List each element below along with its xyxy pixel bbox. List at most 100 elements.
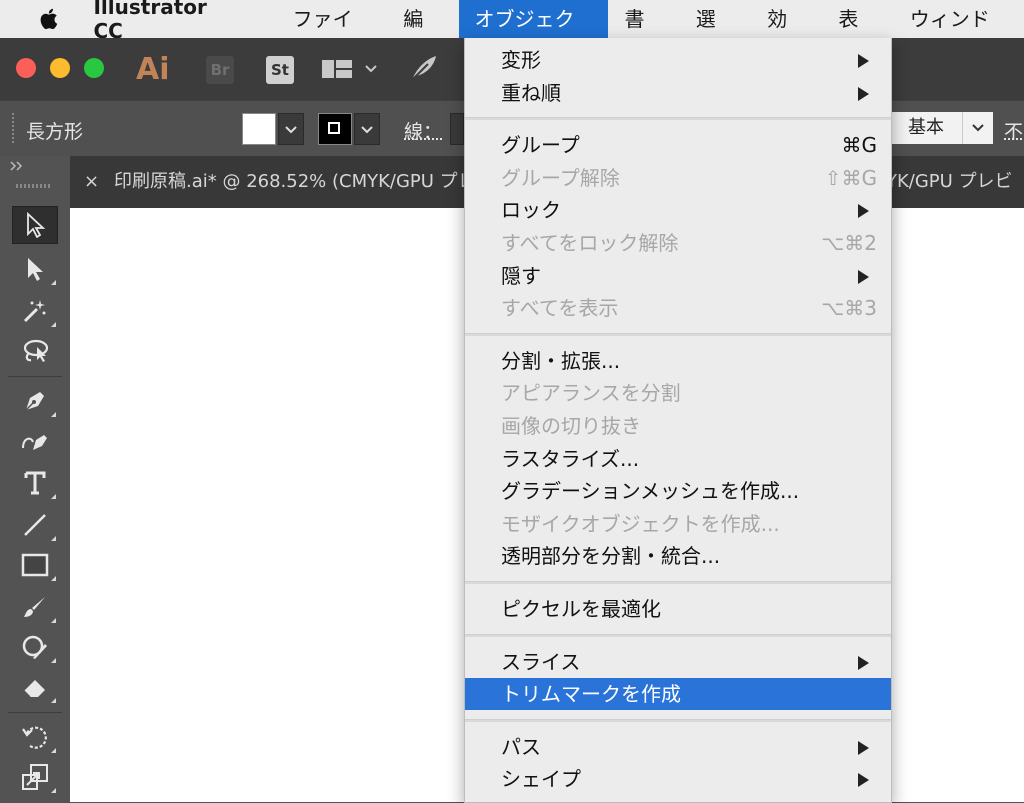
menu-item-label: アピアランスを分割	[501, 381, 681, 406]
menu-item-shortcut: ⌘G	[841, 133, 878, 158]
tools-panel	[0, 156, 71, 802]
menu-item[interactable]: グループ ⌘G	[465, 129, 891, 161]
document-tab-2[interactable]: YK/GPU プレビ	[886, 156, 1013, 208]
bridge-button[interactable]: Br	[206, 56, 234, 84]
curvature-tool[interactable]	[12, 422, 58, 460]
menu-view[interactable]: 表示	[822, 0, 893, 69]
pen-tool[interactable]	[12, 382, 58, 420]
stroke-weight-stepper[interactable]	[450, 113, 464, 145]
eraser-tool[interactable]	[12, 668, 58, 706]
menu-item-label: 透明部分を分割・統合...	[501, 544, 721, 569]
menu-type[interactable]: 書式	[608, 0, 679, 69]
style-dropdown[interactable]	[962, 112, 993, 144]
workspace-layout-icon[interactable]	[322, 58, 378, 86]
menu-item-shortcut: ⌥⌘3	[821, 296, 877, 321]
stroke-label[interactable]: 線：	[404, 117, 442, 144]
close-tab-icon[interactable]: ×	[84, 156, 99, 208]
feather-icon[interactable]	[408, 52, 440, 88]
menu-separator	[465, 633, 891, 637]
menu-item-label: 重ね順	[501, 80, 561, 105]
menu-item-label: スライス	[501, 649, 581, 674]
fill-swatch[interactable]	[242, 113, 276, 145]
zoom-window-button[interactable]	[84, 58, 104, 78]
menu-item[interactable]: ロック	[465, 194, 891, 226]
paintbrush-tool[interactable]	[12, 588, 58, 626]
menu-separator	[465, 332, 891, 336]
scale-tool[interactable]	[12, 758, 58, 796]
menu-item-label: 画像の切り抜き	[501, 414, 641, 438]
style-select[interactable]: 基本	[888, 112, 962, 144]
tool-name-label: 長方形	[26, 121, 84, 143]
menu-item-label: 変形	[501, 48, 541, 72]
menu-item[interactable]: 分割・拡張...	[465, 345, 891, 377]
panel-grip[interactable]	[16, 184, 52, 188]
rectangle-tool[interactable]	[12, 546, 58, 584]
menu-item: すべてをロック解除 ⌥⌘2	[465, 227, 891, 259]
menu-item-label: 隠す	[501, 263, 541, 288]
menu-item[interactable]: 重ね順	[465, 77, 891, 109]
selection-tool[interactable]	[12, 206, 58, 244]
menu-edit[interactable]: 編集	[387, 0, 458, 69]
menu-item-label: グループ解除	[501, 165, 620, 190]
magic-wand-tool[interactable]	[12, 292, 58, 330]
menu-item: グループ解除 ⇧⌘G	[465, 162, 891, 194]
collapse-panel-icon[interactable]	[10, 160, 24, 174]
menu-item: 画像の切り抜き	[465, 410, 891, 442]
menu-separator	[465, 117, 891, 121]
menu-item-shortcut: ⌥⌘2	[821, 231, 877, 255]
stroke-swatch[interactable]	[318, 113, 352, 145]
menu-item-label: グラデーションメッシュを作成...	[501, 479, 800, 504]
menu-item-label: シェイプ	[501, 767, 581, 792]
menu-item-label: ラスタライズ...	[501, 446, 640, 471]
menu-item[interactable]: シェイプ	[465, 763, 891, 795]
submenu-arrow-icon	[858, 54, 869, 68]
control-bar-grip[interactable]	[12, 113, 14, 145]
minimize-window-button[interactable]	[50, 58, 70, 78]
menu-item-shortcut: ⇧⌘G	[824, 165, 877, 190]
menu-file[interactable]: ファイル	[277, 0, 388, 69]
stroke-dropdown[interactable]	[354, 113, 380, 145]
submenu-arrow-icon	[858, 86, 869, 101]
menu-item[interactable]: パス	[465, 731, 891, 763]
menu-item[interactable]: グラデーションメッシュを作成...	[465, 475, 891, 507]
menu-item[interactable]: ピクセルを最適化	[465, 593, 891, 625]
menu-object[interactable]: オブジェクト	[458, 0, 609, 69]
menu-item: すべてを表示 ⌥⌘3	[465, 292, 891, 324]
menu-separator	[465, 718, 891, 722]
menu-select[interactable]: 選択	[680, 0, 751, 69]
shaper-tool[interactable]	[12, 628, 58, 666]
menu-effect[interactable]: 効果	[751, 0, 822, 69]
direct-selection-tool[interactable]	[12, 250, 58, 288]
submenu-arrow-icon	[858, 773, 869, 788]
submenu-arrow-icon	[858, 204, 869, 219]
menu-item-label: パス	[501, 734, 541, 759]
menu-item: アピアランスを分割	[465, 377, 891, 409]
menu-item[interactable]: 隠す	[465, 260, 891, 292]
menu-separator	[465, 581, 891, 584]
rotate-tool[interactable]	[12, 718, 58, 756]
close-window-button[interactable]	[16, 58, 36, 78]
menu-item-label: 分割・拡張...	[501, 348, 621, 373]
opacity-label[interactable]: 不	[1004, 117, 1023, 144]
type-tool[interactable]	[12, 464, 58, 502]
submenu-arrow-icon	[858, 740, 869, 755]
menu-item[interactable]: 変形	[465, 44, 891, 76]
fill-dropdown[interactable]	[278, 113, 304, 145]
menu-window[interactable]: ウィンドウ	[894, 0, 1024, 69]
menu-item-label: ロック	[501, 198, 561, 223]
menu-item[interactable]: トリムマークを作成	[465, 678, 891, 711]
stock-button[interactable]: St	[266, 56, 294, 84]
submenu-arrow-icon	[858, 269, 869, 284]
line-segment-tool[interactable]	[12, 506, 58, 544]
menu-item: モザイクオブジェクトを作成...	[465, 508, 891, 540]
menu-item-label: すべてをロック解除	[501, 231, 679, 255]
menu-item-label: モザイクオブジェクトを作成...	[501, 511, 780, 536]
menu-item-label: ピクセルを最適化	[501, 597, 661, 621]
menu-item[interactable]: ラスタライズ...	[465, 443, 891, 475]
menu-item[interactable]: 透明部分を分割・統合...	[465, 540, 891, 572]
apple-icon[interactable]	[34, 0, 63, 38]
lasso-tool[interactable]	[12, 332, 58, 370]
menu-bar: Illustrator CC ファイル 編集 オブジェクト 書式 選択 効果 表…	[0, 0, 1024, 69]
app-name[interactable]: Illustrator CC	[93, 0, 240, 43]
menu-item[interactable]: スライス	[465, 646, 891, 678]
